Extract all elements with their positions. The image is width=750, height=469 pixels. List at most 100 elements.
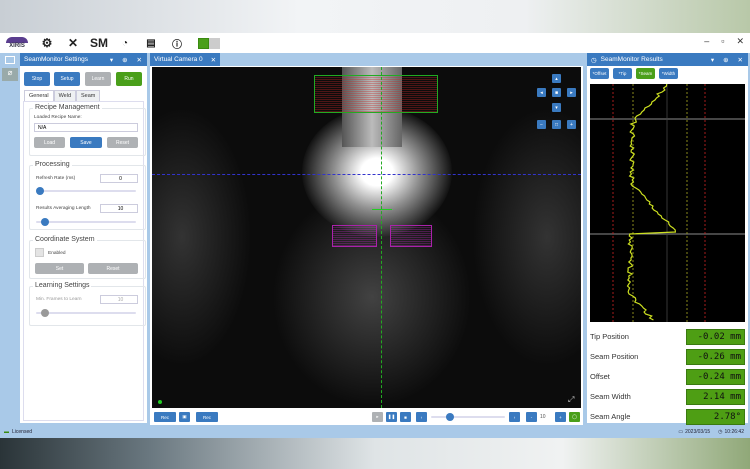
gear-icon[interactable]: ⚙ (34, 34, 60, 52)
minimize-button[interactable]: – (704, 36, 709, 47)
pause-button[interactable]: ❚❚ (386, 412, 397, 422)
processing-group: Processing Refresh Rate (ms) 0 Results A… (29, 161, 146, 230)
series-toggle-seam[interactable]: *Seam (636, 68, 655, 79)
increment-button[interactable]: + (555, 412, 566, 422)
snapshot-icon[interactable]: ▣ (179, 412, 190, 422)
stop-button[interactable]: Stop (24, 72, 50, 86)
close-tab-icon[interactable]: ✕ (211, 56, 216, 64)
tools-icon[interactable]: ✕ (60, 34, 86, 52)
help-icon[interactable]: ⓘ (164, 34, 190, 52)
results-panel-header: ◷ SeamMonitor Results ▾ ⊕ ✕ (587, 53, 748, 66)
settings-panel-header: SeamMonitor Settings ▾ ⊕ ✕ (20, 53, 147, 66)
seam-trace (626, 84, 676, 321)
close-icon[interactable]: ✕ (137, 56, 142, 64)
series-toggle-offset[interactable]: *Offset (590, 68, 609, 79)
status-time: 10:26:42 (724, 428, 744, 435)
view-toggle-icon[interactable] (198, 37, 220, 49)
desktop-background-bottom (0, 438, 750, 469)
series-toggle-tip[interactable]: *Tip (613, 68, 632, 79)
result-row: Seam Angle 2.78° (590, 408, 745, 425)
license-icon: ▬ (4, 428, 9, 435)
zoom-reset-button[interactable]: □ (552, 120, 561, 129)
step-forward-button[interactable]: › (509, 412, 520, 422)
fullscreen-icon[interactable]: ⤢ (568, 395, 574, 405)
dropdown-icon[interactable]: ▾ (110, 56, 113, 64)
center-button[interactable]: ■ (552, 88, 561, 97)
zoom-in-button[interactable]: + (567, 120, 576, 129)
slider-thumb[interactable] (36, 187, 44, 195)
set-button[interactable]: Set (35, 263, 84, 274)
run-button[interactable]: Run (116, 72, 142, 86)
refresh-rate-slider[interactable] (36, 187, 136, 195)
close-icon[interactable]: ✕ (738, 56, 743, 64)
sm-button[interactable]: SM (86, 34, 112, 52)
min-frames-field[interactable]: 10 (100, 295, 138, 304)
pan-down-button[interactable]: ▾ (552, 103, 561, 112)
seam-trace-graph (590, 84, 745, 322)
attachment-icon[interactable]: ⌀ (2, 68, 18, 81)
learn-button[interactable]: Learn (85, 72, 111, 86)
load-button[interactable]: Load (34, 137, 65, 148)
status-date: 2023/03/15 (685, 428, 711, 435)
result-value: 2.14 mm (686, 388, 745, 405)
close-button[interactable]: ✕ (736, 36, 744, 47)
pin-icon[interactable]: ⊕ (122, 56, 127, 64)
enabled-checkbox[interactable] (35, 248, 44, 257)
results-panel: *Offset *Tip *Seam *Width Tip Position -0.02… (587, 66, 748, 425)
stop-playback-button[interactable]: ■ (400, 412, 411, 422)
result-label: Tip Position (590, 332, 629, 341)
setup-button[interactable]: Setup (54, 72, 80, 86)
refresh-icon[interactable]: ◯ (569, 412, 580, 422)
decrement-button[interactable]: - (526, 412, 537, 422)
recipe-name-field[interactable]: N/A (34, 123, 138, 132)
document-icon[interactable]: ▤ (138, 34, 164, 52)
step-back-button[interactable]: ‹ (416, 412, 427, 422)
seam-roi-right[interactable] (390, 225, 432, 247)
play-button[interactable]: ▸ (372, 412, 383, 422)
camera-view[interactable]: ▴ ◂ ■ ▸ ▾ − □ + ⤢ (152, 67, 581, 408)
settings-panel: Stop Setup Learn Run General Weld Seam R… (20, 66, 147, 423)
seam-roi-left[interactable] (332, 225, 377, 247)
camera-panel: ▴ ◂ ■ ▸ ▾ − □ + ⤢ Rec ▣ Rec ▸ ❚❚ ■ ‹ › -… (150, 66, 583, 425)
coord-reset-button[interactable]: Reset (88, 263, 138, 274)
zoom-out-button[interactable]: − (537, 120, 546, 129)
result-label: Seam Width (590, 392, 631, 401)
pan-left-button[interactable]: ◂ (537, 88, 546, 97)
refresh-rate-field[interactable]: 0 (100, 174, 138, 183)
crosshair (372, 209, 392, 210)
save-button[interactable]: Save (70, 137, 102, 148)
main-toolbar: XIRIS ⚙ ✕ SM ◔ ▤ ⓘ – ▫ ✕ (0, 33, 750, 53)
record-file-button[interactable]: Rec (196, 412, 218, 422)
series-toggle-width[interactable]: *Width (659, 68, 678, 79)
gauge-icon[interactable]: ◔ (112, 34, 138, 52)
result-value: 2.78° (686, 408, 745, 425)
min-frames-slider[interactable] (36, 309, 136, 317)
settings-panel-icon[interactable] (5, 56, 15, 64)
zoom-up-button[interactable]: ▴ (552, 74, 561, 83)
result-row: Seam Position -0.26 mm (590, 348, 745, 365)
dropdown-icon[interactable]: ▾ (711, 56, 714, 64)
averaging-length-slider[interactable] (36, 218, 136, 226)
recipe-group: Recipe Management Loaded Recipe Name: N/… (29, 104, 146, 156)
pan-right-button[interactable]: ▸ (567, 88, 576, 97)
xiris-logo: XIRIS (0, 36, 34, 50)
reset-button[interactable]: Reset (107, 137, 138, 148)
app-window: XIRIS ⚙ ✕ SM ◔ ▤ ⓘ – ▫ ✕ ⌀ SeamMonitor Set… (0, 33, 750, 438)
result-value: -0.26 mm (686, 348, 745, 365)
slider-thumb[interactable] (41, 218, 49, 226)
playback-slider[interactable] (431, 413, 505, 421)
slider-thumb[interactable] (41, 309, 49, 317)
series-toggle-group: *Offset *Tip *Seam *Width (590, 68, 678, 79)
averaging-length-field[interactable]: 10 (100, 204, 138, 213)
record-button[interactable]: Rec (154, 412, 176, 422)
result-row: Tip Position -0.02 mm (590, 328, 745, 345)
frame-value: 10 (540, 414, 546, 420)
tip-roi-box[interactable] (314, 75, 438, 113)
slider-thumb[interactable] (445, 413, 454, 421)
license-status: Licensed (12, 428, 33, 435)
horizontal-guide (152, 174, 581, 175)
camera-tab[interactable]: Virtual Camera 0 ✕ (150, 53, 220, 66)
restore-button[interactable]: ▫ (721, 36, 724, 47)
status-bar: ▬ Licensed ▭ 2023/03/15 ◷ 10:26:42 (0, 425, 750, 438)
pin-icon[interactable]: ⊕ (723, 56, 728, 64)
